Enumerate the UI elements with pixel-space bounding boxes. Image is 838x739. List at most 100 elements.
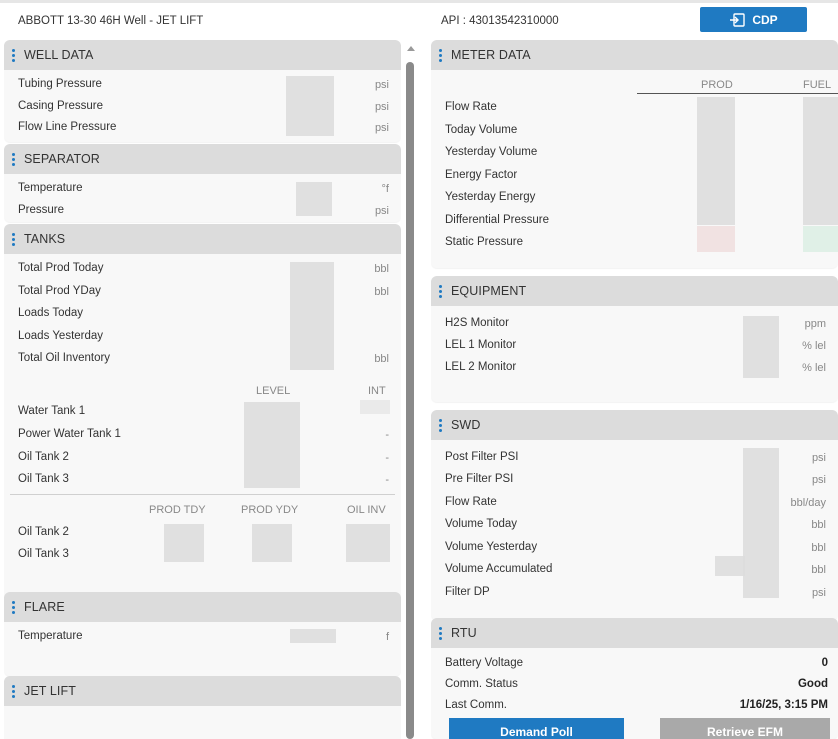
redacted-values [743, 316, 779, 378]
meter-data-card: METER DATA PROD FUEL Flow Rate Today Vol… [431, 40, 838, 268]
cdp-label: CDP [752, 12, 778, 27]
swd-flow-rate-unit: bbl/day [790, 497, 826, 509]
redacted-fuel-values [803, 97, 838, 225]
flare-header[interactable]: FLARE [4, 592, 401, 622]
flare-title: FLARE [24, 600, 65, 614]
swd-flow-rate-label: Flow Rate [445, 496, 497, 508]
volume-yesterday-label: Volume Yesterday [445, 541, 538, 553]
cdp-button[interactable]: CDP [700, 7, 807, 32]
today-volume-label: Today Volume [445, 124, 518, 136]
lel-1-monitor-unit: % lel [802, 340, 826, 352]
energy-factor-label: Energy Factor [445, 169, 518, 181]
oil-tank-3-prod-label: Oil Tank 3 [18, 548, 69, 560]
jet-lift-title: JET LIFT [24, 684, 76, 698]
meter-data-title: METER DATA [451, 48, 531, 62]
lel-1-monitor-label: LEL 1 Monitor [445, 339, 517, 351]
well-data-card: WELL DATA Tubing Pressure psi Casing Pre… [4, 40, 401, 142]
redacted-int-value [360, 400, 390, 414]
flare-temperature-unit: f [385, 631, 389, 643]
yesterday-volume-label: Yesterday Volume [445, 146, 538, 158]
int-column-header: INT [368, 385, 386, 397]
battery-voltage-value: 0 [821, 657, 828, 669]
redacted-oil-inv [346, 524, 390, 562]
rtu-header[interactable]: RTU [431, 618, 838, 648]
separator-title: SEPARATOR [24, 152, 100, 166]
power-water-tank-1-label: Power Water Tank 1 [18, 428, 121, 440]
separator-pressure-unit: psi [374, 205, 389, 217]
column-header-rule [637, 93, 838, 94]
h2s-monitor-unit: ppm [804, 318, 826, 330]
retrieve-efm-label: Retrieve EFM [706, 725, 784, 739]
power-water-tank-1-int: - [385, 429, 389, 441]
filter-dp-unit: psi [811, 587, 826, 599]
redacted-accumulated-value [715, 556, 745, 576]
lel-2-monitor-label: LEL 2 Monitor [445, 361, 517, 373]
total-prod-yday-unit: bbl [374, 286, 389, 298]
prod-column-header: PROD [701, 79, 733, 91]
equipment-header[interactable]: EQUIPMENT [431, 276, 838, 306]
kebab-menu-icon[interactable] [12, 599, 16, 616]
flare-temperature-label: Temperature [18, 630, 83, 642]
tanks-header[interactable]: TANKS [4, 224, 401, 254]
static-pressure-label: Static Pressure [445, 236, 523, 248]
swd-header[interactable]: SWD [431, 410, 838, 440]
pre-filter-psi-label: Pre Filter PSI [445, 473, 514, 485]
tubing-pressure-label: Tubing Pressure [18, 78, 102, 90]
scrollbar[interactable] [404, 40, 417, 739]
well-data-title: WELL DATA [24, 48, 94, 62]
swd-title: SWD [451, 418, 481, 432]
api-number: API : 43013542310000 [441, 15, 559, 27]
tanks-card: TANKS Total Prod Today bbl Total Prod YD… [4, 224, 401, 624]
flow-line-pressure-label: Flow Line Pressure [18, 121, 117, 133]
well-data-header[interactable]: WELL DATA [4, 40, 401, 70]
kebab-menu-icon[interactable] [12, 683, 16, 700]
volume-accumulated-unit: bbl [811, 564, 826, 576]
kebab-menu-icon[interactable] [12, 151, 16, 168]
equipment-title: EQUIPMENT [451, 284, 527, 298]
separator-header[interactable]: SEPARATOR [4, 144, 401, 174]
volume-accumulated-label: Volume Accumulated [445, 563, 553, 575]
total-oil-inventory-unit: bbl [374, 353, 389, 365]
comm-status-value: Good [797, 678, 828, 690]
jet-lift-card: JET LIFT [4, 676, 401, 739]
kebab-menu-icon[interactable] [439, 283, 443, 300]
fuel-column-header: FUEL [803, 79, 832, 91]
redacted-prod-static [697, 226, 735, 252]
oil-tank-2-prod-label: Oil Tank 2 [18, 526, 69, 538]
kebab-menu-icon[interactable] [12, 231, 16, 248]
tubing-pressure-unit: psi [374, 79, 389, 91]
yesterday-energy-label: Yesterday Energy [445, 191, 536, 203]
equipment-card: EQUIPMENT H2S Monitor ppm LEL 1 Monitor … [431, 276, 838, 402]
separator-pressure-label: Pressure [18, 204, 65, 216]
redacted-value [290, 629, 336, 643]
demand-poll-button[interactable]: Demand Poll [449, 718, 624, 739]
scroll-thumb[interactable] [406, 62, 414, 739]
demand-poll-label: Demand Poll [500, 725, 573, 739]
volume-today-label: Volume Today [445, 518, 518, 530]
retrieve-efm-button[interactable]: Retrieve EFM [660, 718, 830, 739]
kebab-menu-icon[interactable] [439, 625, 443, 642]
comm-status-label: Comm. Status [445, 678, 518, 690]
scroll-up-icon[interactable] [407, 46, 415, 51]
last-comm-value: 1/16/25, 3:15 PM [739, 699, 828, 711]
swd-card: SWD Post Filter PSI psi Pre Filter PSI p… [431, 410, 838, 620]
flare-card: FLARE Temperature f [4, 592, 401, 676]
casing-pressure-unit: psi [374, 101, 389, 113]
h2s-monitor-label: H2S Monitor [445, 317, 509, 329]
kebab-menu-icon[interactable] [439, 417, 443, 434]
redacted-values [743, 448, 779, 598]
flow-rate-label: Flow Rate [445, 101, 497, 113]
loads-today-label: Loads Today [18, 307, 84, 319]
kebab-menu-icon[interactable] [439, 47, 443, 64]
level-column-header: LEVEL [256, 385, 291, 397]
oil-tank-3-int: - [385, 474, 389, 486]
jet-lift-header[interactable]: JET LIFT [4, 676, 401, 706]
meter-data-header[interactable]: METER DATA [431, 40, 838, 70]
total-prod-today-unit: bbl [374, 263, 389, 275]
tanks-title: TANKS [24, 232, 66, 246]
kebab-menu-icon[interactable] [12, 47, 16, 64]
redacted-prod-values [697, 97, 735, 225]
redacted-fuel-static [803, 226, 838, 252]
volume-today-unit: bbl [811, 519, 826, 531]
prod-ydy-header: PROD YDY [241, 504, 299, 516]
